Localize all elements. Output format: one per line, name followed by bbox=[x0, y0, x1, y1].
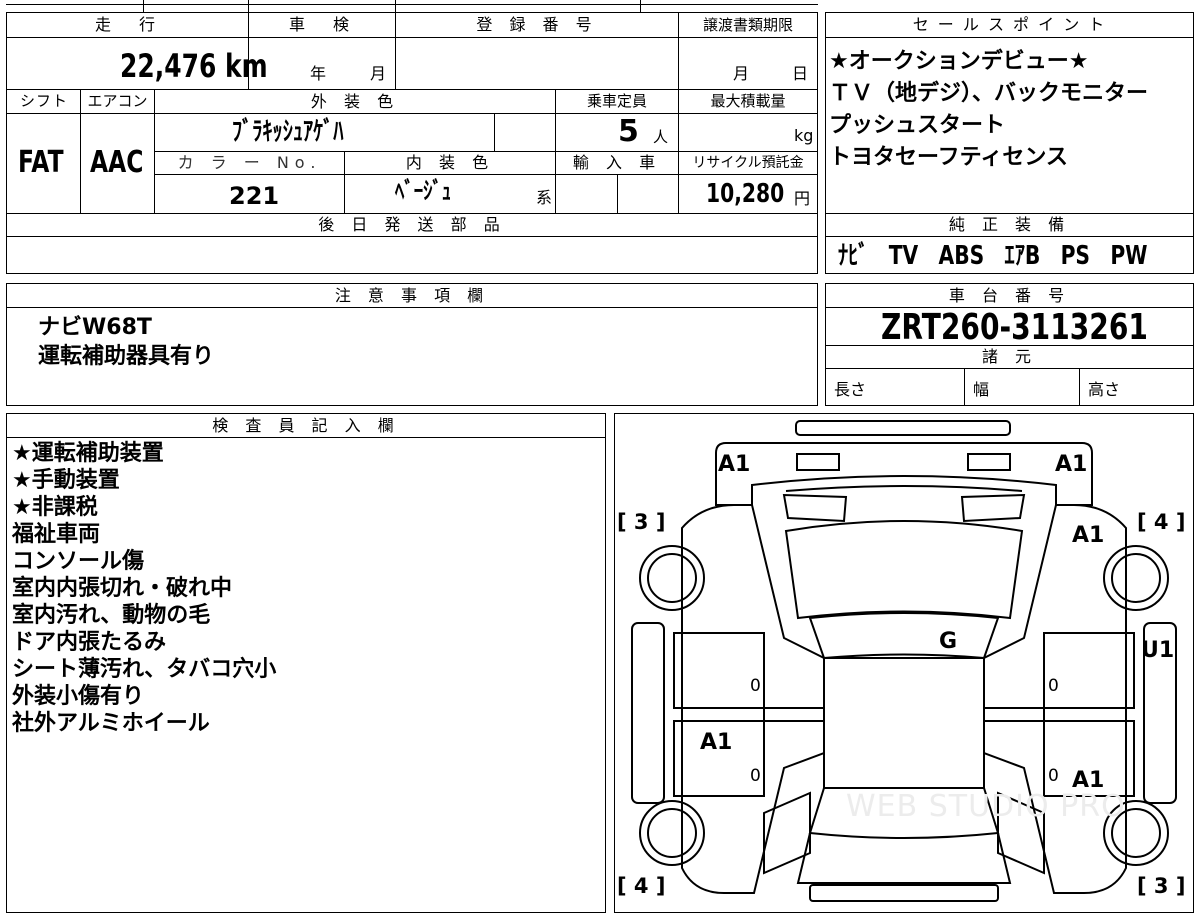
registration-label: 登 録 番 号 bbox=[396, 13, 678, 37]
left-rocker bbox=[631, 622, 665, 804]
import-label: 輸 入 車 bbox=[556, 152, 678, 174]
shift-label: シフト bbox=[8, 90, 80, 113]
inspector-item: シート薄汚れ、タバコ穴小 bbox=[12, 657, 277, 682]
wheel-rear-left bbox=[639, 800, 705, 866]
inspector-item: 福祉車両 bbox=[12, 522, 101, 547]
transfer-deadline-label: 譲渡書類期限 bbox=[679, 13, 817, 37]
inspector-item: ★手動装置 bbox=[12, 468, 120, 493]
mileage-value: 22,476 km bbox=[120, 47, 268, 85]
recycle-fee-value: 10,280 bbox=[706, 179, 785, 209]
sales-point-item: ★オークションデビュー★ bbox=[829, 49, 1089, 74]
sales-point-item: ＴＶ（地デジ）、バックモニター bbox=[829, 81, 1149, 106]
watermark: WEB STUDIO PRO bbox=[846, 789, 1126, 824]
length-label: 長さ bbox=[834, 380, 867, 399]
front-bumper bbox=[795, 420, 1011, 436]
interior-color-label: 内 装 色 bbox=[345, 152, 555, 174]
windshield bbox=[784, 520, 1024, 620]
door-zero-mark: 0 bbox=[750, 766, 761, 786]
transfer-month-unit: 月 bbox=[733, 64, 750, 83]
capacity-value: 5 bbox=[618, 114, 639, 149]
max-load-label: 最大積載量 bbox=[679, 90, 817, 113]
sales-points-list: ★オークションデビュー★ ＴＶ（地デジ）、バックモニター プッシュスタート トヨ… bbox=[829, 46, 1148, 174]
wheel-front-left bbox=[639, 545, 705, 611]
exterior-color-label: 外 装 色 bbox=[155, 90, 555, 113]
roof bbox=[808, 612, 1000, 660]
headlight-left bbox=[796, 453, 840, 471]
genuine-equipment-value: ﾅﾋﾞ TV ABS ｴｱB PS PW bbox=[838, 241, 1148, 271]
capacity-unit: 人 bbox=[653, 128, 669, 146]
notes-lines: ナビW68T 運転補助器具有り bbox=[38, 313, 214, 371]
mark-front-right: A1 bbox=[1055, 452, 1088, 477]
inspector-item: コンソール傷 bbox=[12, 549, 145, 574]
mark-front-left: A1 bbox=[718, 452, 751, 477]
cowl-right bbox=[960, 493, 1026, 523]
aircon-value: AAC bbox=[90, 145, 144, 180]
mark-roof: G bbox=[939, 629, 958, 654]
interior-color-suffix: 系 bbox=[536, 188, 553, 207]
notes-label: 注 意 事 項 欄 bbox=[8, 284, 816, 307]
inspector-list: ★運転補助装置 ★手動装置 ★非課税 福祉車両 コンソール傷 室内内張切れ・破れ… bbox=[12, 440, 276, 737]
inspection-label: 車 検 bbox=[249, 13, 395, 37]
inspector-item: 外装小傷有り bbox=[12, 684, 145, 709]
height-label: 高さ bbox=[1088, 380, 1121, 399]
transfer-day-unit: 日 bbox=[792, 64, 809, 83]
width-label: 幅 bbox=[973, 380, 990, 399]
note-line: ナビW68T bbox=[38, 315, 152, 340]
door-zero-mark: 0 bbox=[750, 676, 761, 696]
inspector-item: 室内汚れ、動物の毛 bbox=[12, 603, 211, 628]
rear-outline bbox=[796, 832, 1012, 884]
tire-front-right: [ 4 ] bbox=[1137, 510, 1186, 534]
exterior-color-value: ﾌﾞﾗｷｯｼｭｱｹﾞﾊ bbox=[232, 117, 344, 147]
mileage-label: 走 行 bbox=[8, 13, 248, 37]
door-zero-mark: 0 bbox=[1048, 766, 1059, 786]
color-no-label: カ ラ ー No. bbox=[155, 152, 344, 174]
genuine-equipment-label: 純 正 装 備 bbox=[827, 214, 1192, 236]
front-body-outline bbox=[715, 442, 1093, 506]
inspector-item: 室内内張切れ・破れ中 bbox=[12, 576, 233, 601]
cabin bbox=[823, 657, 985, 789]
capacity-label: 乗車定員 bbox=[556, 90, 678, 113]
sales-points-label: セ ー ル ス ポ イ ン ト bbox=[827, 13, 1192, 37]
interior-color-value: ﾍﾞｰｼﾞｭ bbox=[395, 177, 452, 205]
inspector-label: 検 査 員 記 入 欄 bbox=[8, 414, 604, 437]
mark-left-rear-door: A1 bbox=[700, 730, 733, 755]
recycle-unit: 円 bbox=[794, 189, 811, 208]
tire-rear-right: [ 3 ] bbox=[1137, 874, 1186, 898]
aircon-label: エアコン bbox=[81, 90, 154, 113]
wheel-front-right bbox=[1103, 545, 1169, 611]
chassis-label: 車 台 番 号 bbox=[827, 284, 1192, 307]
car-diagram bbox=[631, 420, 1177, 902]
later-parts-label: 後 日 発 送 部 品 bbox=[8, 214, 816, 236]
note-line: 運転補助器具有り bbox=[38, 344, 215, 369]
inspection-month-unit: 月 bbox=[370, 64, 387, 83]
max-load-unit: kg bbox=[794, 126, 814, 145]
chassis-number: ZRT260-3113261 bbox=[881, 307, 1148, 348]
shift-value: FAT bbox=[18, 145, 64, 180]
mark-right-side: U1 bbox=[1141, 638, 1175, 663]
inspector-item: ★運転補助装置 bbox=[12, 441, 164, 466]
headlight-right bbox=[967, 453, 1011, 471]
sales-point-item: プッシュスタート bbox=[829, 113, 1006, 138]
inspector-item: 社外アルミホイール bbox=[12, 711, 210, 736]
door-zero-mark: 0 bbox=[1048, 676, 1059, 696]
inspection-year-unit: 年 bbox=[310, 64, 327, 83]
inspector-item: ★非課税 bbox=[12, 495, 98, 520]
right-front-door bbox=[1043, 632, 1135, 709]
mark-right-front-fender: A1 bbox=[1072, 523, 1105, 548]
specs-label: 諸 元 bbox=[827, 346, 1192, 368]
windshield-line bbox=[785, 485, 1023, 492]
tire-front-left: [ 3 ] bbox=[617, 510, 666, 534]
color-no-value: 221 bbox=[229, 182, 280, 210]
left-front-door bbox=[673, 632, 765, 709]
recycle-label: リサイクル預託金 bbox=[679, 152, 817, 174]
sales-point-item: トヨタセーフティセンス bbox=[829, 145, 1068, 170]
rear-bumper bbox=[809, 884, 999, 902]
top-strip-line bbox=[6, 4, 818, 5]
tire-rear-left: [ 4 ] bbox=[617, 874, 666, 898]
cowl-left bbox=[782, 493, 848, 523]
inspector-item: ドア内張たるみ bbox=[12, 630, 167, 655]
